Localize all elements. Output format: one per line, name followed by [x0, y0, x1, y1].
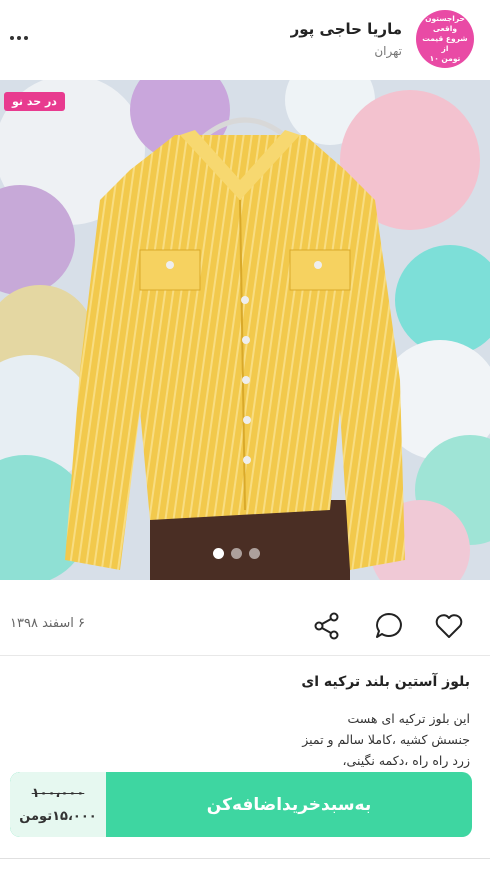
avatar-text-line-1: حراجستون واقعی [425, 14, 465, 33]
description-line: جنسش کشیه ،کاملا سالم و تمیز [302, 732, 470, 747]
pagination-dot[interactable] [249, 548, 260, 559]
product-description: این بلوز ترکیه ای هست جنسش کشیه ،کاملا س… [30, 708, 470, 771]
seller-name[interactable]: ماریا حاجی پور [291, 20, 402, 38]
purchase-bar: ۱۰۰،۰۰۰ ۱۵،۰۰۰تومن به‌سبد‌خرید‌اضافه‌کن [10, 772, 472, 837]
condition-badge: در حد نو [4, 92, 65, 111]
post-header: حراجستون واقعی شروع قیمت از ۱۰ تومن ماری… [0, 0, 490, 80]
description-line: این بلوز ترکیه ای هست [347, 711, 470, 726]
seller-avatar[interactable]: حراجستون واقعی شروع قیمت از ۱۰ تومن [416, 10, 474, 68]
description-line: زرد راه راه ،دکمه نگینی، [342, 753, 470, 768]
divider [0, 858, 490, 859]
more-icon[interactable] [8, 28, 30, 48]
heart-icon[interactable] [433, 610, 465, 642]
avatar-text-line-2: شروع قیمت از [422, 34, 468, 53]
comment-icon[interactable] [373, 610, 405, 642]
pagination-dot[interactable] [213, 548, 224, 559]
old-price: ۱۰۰،۰۰۰ [31, 785, 85, 801]
product-photo[interactable] [0, 80, 490, 580]
post-date: ۶ اسفند ۱۳۹۸ [10, 616, 86, 631]
add-to-cart-button[interactable]: به‌سبد‌خرید‌اضافه‌کن [106, 772, 472, 837]
divider [0, 655, 490, 656]
pagination-dot[interactable] [231, 548, 242, 559]
price-box: ۱۰۰،۰۰۰ ۱۵،۰۰۰تومن [10, 772, 106, 837]
seller-city: تهران [374, 44, 402, 58]
actions-row: ۶ اسفند ۱۳۹۸ [0, 600, 490, 652]
share-icon[interactable] [311, 610, 343, 642]
avatar-text-line-3: ۱۰ تومن [429, 54, 461, 63]
new-price: ۱۵،۰۰۰تومن [19, 808, 97, 824]
image-pagination [213, 548, 260, 559]
product-title: بلوز آستین بلند ترکیه ای [301, 674, 470, 690]
